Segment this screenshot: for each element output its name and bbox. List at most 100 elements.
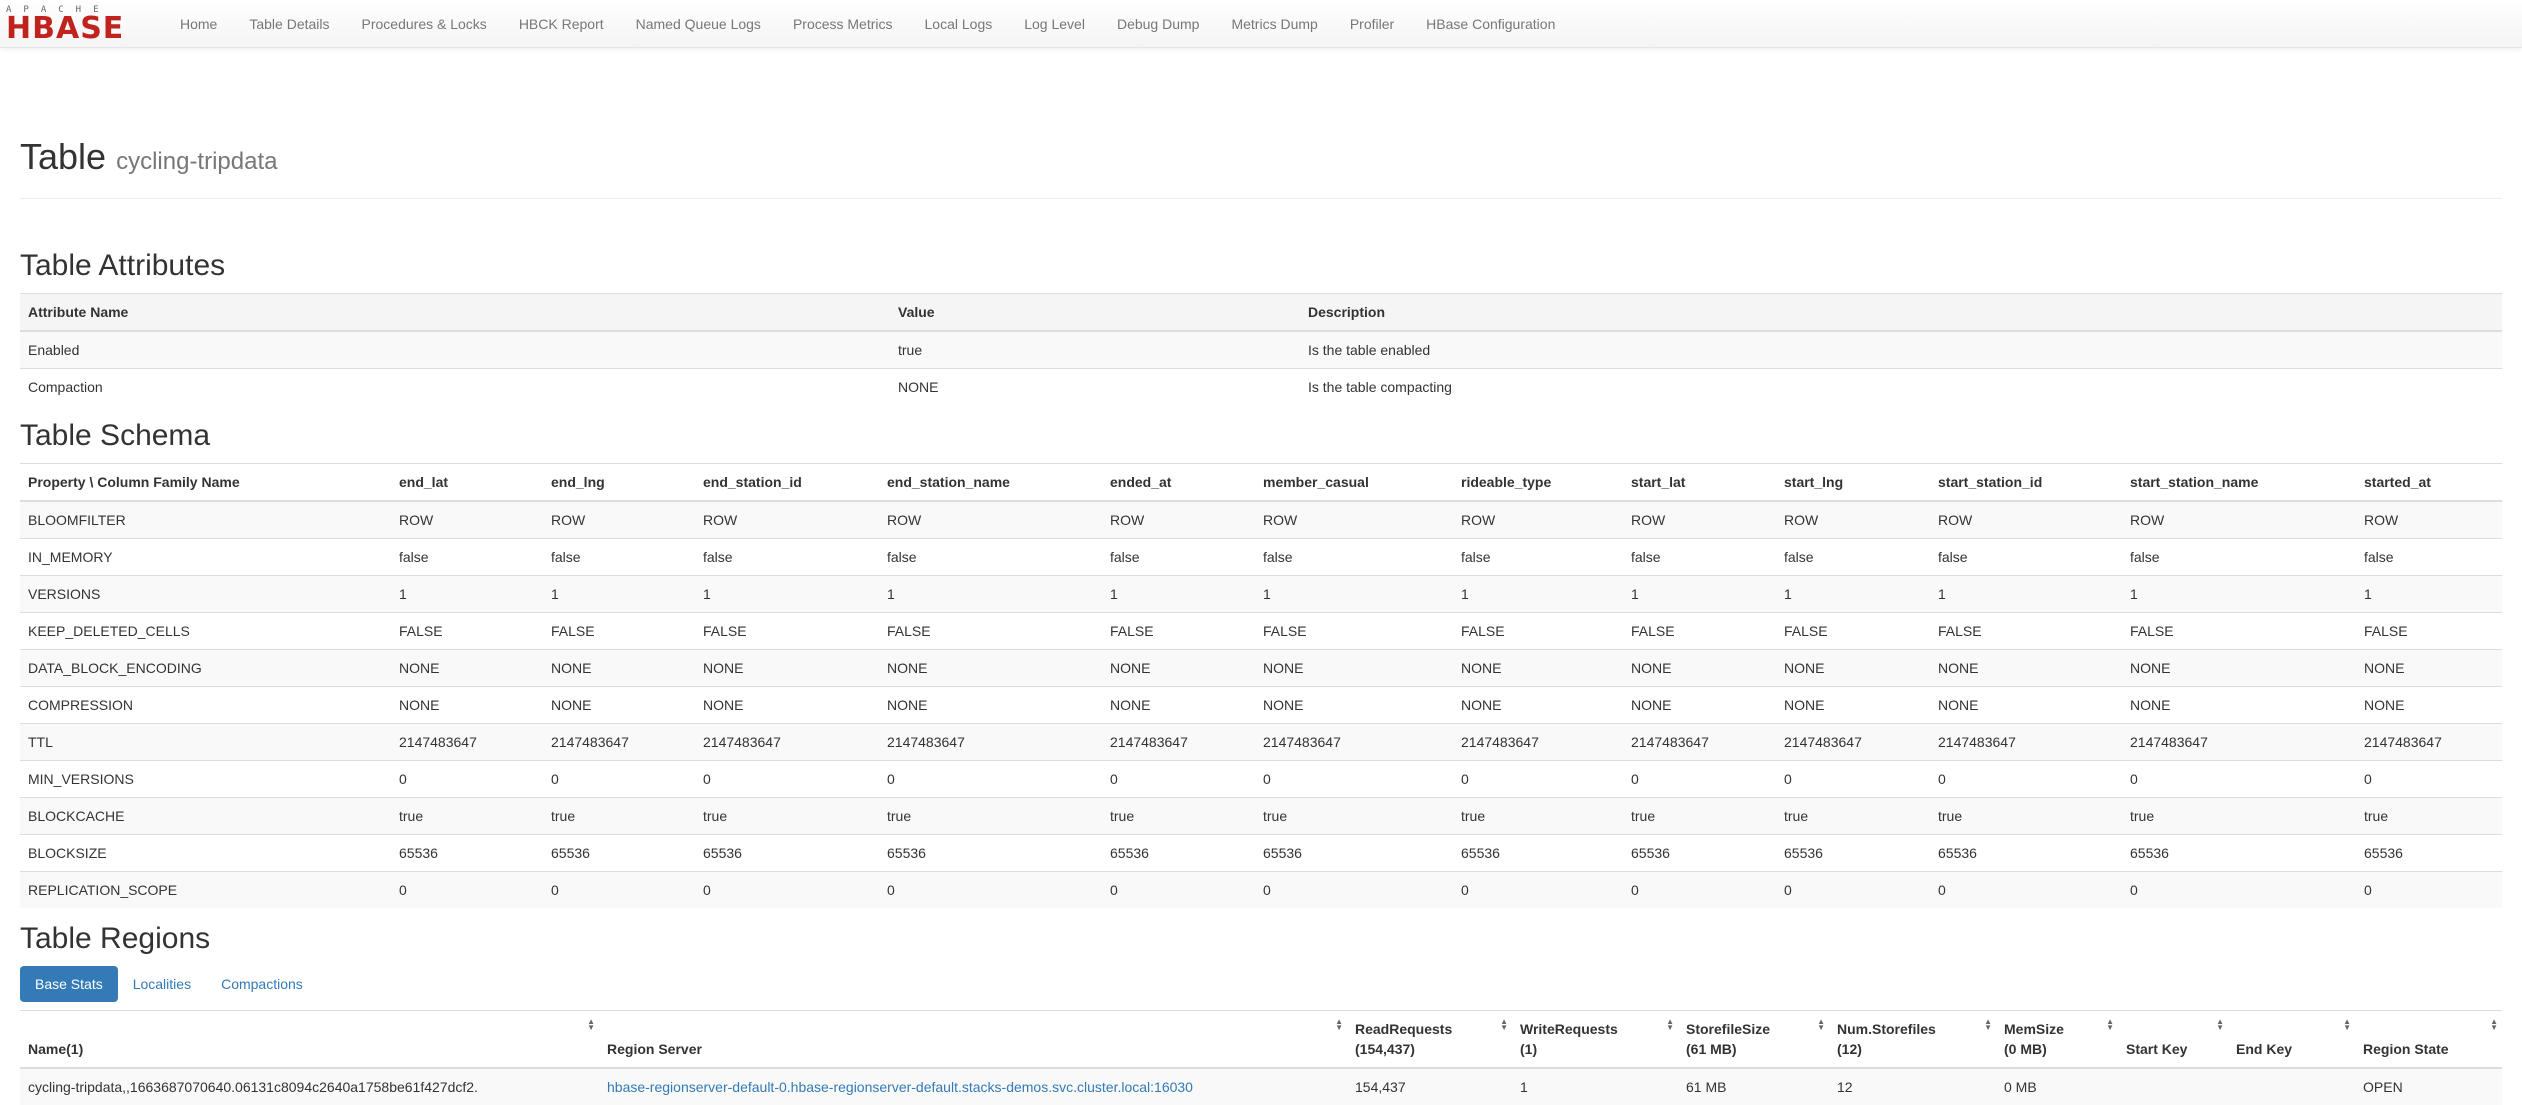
sortable-column-header[interactable]: WriteRequests (1) ▲ ▼ bbox=[1512, 1010, 1678, 1069]
column-header: start_station_name bbox=[2122, 463, 2356, 502]
nav-hbase-configuration[interactable]: HBase Configuration bbox=[1410, 16, 1571, 32]
table-row: IN_MEMORY false false false false false false f… bbox=[20, 538, 2502, 576]
property-value: 0 bbox=[2122, 871, 2356, 908]
nav-home[interactable]: Home bbox=[164, 16, 233, 32]
sortable-column-header[interactable]: MemSize (0 MB) ▲ ▼ bbox=[1996, 1010, 2118, 1069]
table-cell: Compaction bbox=[20, 368, 890, 405]
nav-debug-dump[interactable]: Debug Dump bbox=[1101, 16, 1216, 32]
property-value: 0 bbox=[2122, 760, 2356, 798]
sort-icon[interactable]: ▲ ▼ bbox=[1500, 1018, 1508, 1032]
table-row: DATA_BLOCK_ENCODING NONE NONE NONE NONE NONE N… bbox=[20, 649, 2502, 687]
region-server-link[interactable]: hbase-regionserver-default-0.hbase-regio… bbox=[607, 1079, 1193, 1095]
column-header: Property \ Column Family Name bbox=[20, 463, 391, 502]
sortable-column-header[interactable]: End Key ▲ ▼ bbox=[2228, 1010, 2355, 1069]
property-value: FALSE bbox=[2122, 612, 2356, 650]
sort-icon[interactable]: ▲ ▼ bbox=[1817, 1018, 1825, 1032]
table-cell: OPEN bbox=[2355, 1067, 2502, 1105]
column-header: Attribute Name bbox=[20, 293, 890, 332]
column-header: start_station_id bbox=[1930, 463, 2122, 502]
sort-icon[interactable]: ▲ ▼ bbox=[1335, 1018, 1343, 1032]
property-value: 0 bbox=[879, 760, 1102, 798]
sort-icon[interactable]: ▲ ▼ bbox=[2106, 1018, 2114, 1032]
property-value: ROW bbox=[1776, 500, 1930, 539]
property-name: IN_MEMORY bbox=[20, 538, 391, 576]
table-regions: Name(1) ▲ ▼ Region Server ▲ ▼ ReadRequests (154… bbox=[20, 1010, 2502, 1105]
property-value: 0 bbox=[1930, 760, 2122, 798]
hbase-logo[interactable]: APACHE HBASE bbox=[6, 4, 146, 44]
table-row: MIN_VERSIONS 0 0 0 0 0 0 0 0 0 0 0 0 bbox=[20, 760, 2502, 798]
property-value: 0 bbox=[1255, 760, 1453, 798]
nav-procedures-locks[interactable]: Procedures & Locks bbox=[346, 16, 503, 32]
property-value: 0 bbox=[1623, 871, 1776, 908]
property-value: FALSE bbox=[391, 612, 543, 650]
property-value: FALSE bbox=[1623, 612, 1776, 650]
property-value: true bbox=[2356, 797, 2502, 835]
property-value: 1 bbox=[695, 575, 879, 613]
nav-metrics-dump[interactable]: Metrics Dump bbox=[1215, 16, 1333, 32]
sort-icon[interactable]: ▲ ▼ bbox=[2216, 1018, 2224, 1032]
column-header: Description bbox=[1300, 293, 2502, 332]
property-value: NONE bbox=[2356, 649, 2502, 687]
sortable-column-header[interactable]: Region State ▲ ▼ bbox=[2355, 1010, 2502, 1069]
property-value: false bbox=[543, 538, 695, 576]
sortable-column-header[interactable]: Region Server ▲ ▼ bbox=[599, 1010, 1347, 1069]
tab-compactions[interactable]: Compactions bbox=[206, 966, 318, 1002]
property-value: true bbox=[1255, 797, 1453, 835]
property-value: 1 bbox=[1623, 575, 1776, 613]
sort-icon[interactable]: ▲ ▼ bbox=[1984, 1018, 1992, 1032]
property-value: false bbox=[1623, 538, 1776, 576]
property-value: 2147483647 bbox=[1102, 723, 1255, 761]
nav-process-metrics[interactable]: Process Metrics bbox=[777, 16, 909, 32]
nav-local-logs[interactable]: Local Logs bbox=[909, 16, 1009, 32]
table-cell: cycling-tripdata,,1663687070640.06131c80… bbox=[20, 1067, 599, 1105]
property-value: false bbox=[2122, 538, 2356, 576]
nav-hbck-report[interactable]: HBCK Report bbox=[503, 16, 620, 32]
sort-icon[interactable]: ▲ ▼ bbox=[587, 1018, 595, 1032]
navbar: APACHE HBASE Home Table Details Procedures… bbox=[0, 0, 2522, 48]
property-value: 0 bbox=[1776, 760, 1930, 798]
property-value: 2147483647 bbox=[2122, 723, 2356, 761]
nav-named-queue-logs[interactable]: Named Queue Logs bbox=[620, 16, 777, 32]
property-value: FALSE bbox=[695, 612, 879, 650]
property-value: 2147483647 bbox=[1776, 723, 1930, 761]
sortable-column-header[interactable]: Start Key ▲ ▼ bbox=[2118, 1010, 2228, 1069]
table-cell: hbase-regionserver-default-0.hbase-regio… bbox=[599, 1067, 1347, 1105]
table-schema: Property \ Column Family Name end_lat end_… bbox=[20, 463, 2502, 908]
sort-icon[interactable]: ▲ ▼ bbox=[1666, 1018, 1674, 1032]
sortable-column-header[interactable]: ReadRequests (154,437) ▲ ▼ bbox=[1347, 1010, 1512, 1069]
nav-table-details[interactable]: Table Details bbox=[233, 16, 345, 32]
property-value: 2147483647 bbox=[1930, 723, 2122, 761]
property-value: ROW bbox=[1930, 500, 2122, 539]
property-value: 0 bbox=[1776, 871, 1930, 908]
sort-icon[interactable]: ▲ ▼ bbox=[2343, 1018, 2351, 1032]
property-value: 0 bbox=[695, 871, 879, 908]
tab-localities[interactable]: Localities bbox=[118, 966, 206, 1002]
table-cell: 1 bbox=[1512, 1067, 1678, 1105]
property-value: 65536 bbox=[391, 834, 543, 872]
property-value: false bbox=[1255, 538, 1453, 576]
column-label: StorefileSize bbox=[1686, 1021, 1771, 1037]
column-header: end_station_name bbox=[879, 463, 1102, 502]
property-value: true bbox=[1930, 797, 2122, 835]
property-value: FALSE bbox=[1102, 612, 1255, 650]
column-header: start_lng bbox=[1776, 463, 1930, 502]
nav-profiler[interactable]: Profiler bbox=[1334, 16, 1410, 32]
sort-icon[interactable]: ▲ ▼ bbox=[2490, 1018, 2498, 1032]
property-value: false bbox=[2356, 538, 2502, 576]
table-row: cycling-tripdata,,1663687070640.06131c80… bbox=[20, 1067, 2502, 1105]
property-value: false bbox=[1776, 538, 1930, 576]
property-value: 65536 bbox=[1930, 834, 2122, 872]
column-label: End Key bbox=[2236, 1041, 2293, 1057]
property-value: ROW bbox=[2122, 500, 2356, 539]
property-value: 2147483647 bbox=[1255, 723, 1453, 761]
tab-base-stats[interactable]: Base Stats bbox=[20, 966, 118, 1002]
column-total: (61 MB) bbox=[1686, 1041, 1737, 1057]
property-value: NONE bbox=[1623, 649, 1776, 687]
property-value: true bbox=[1102, 797, 1255, 835]
sortable-column-header[interactable]: Name(1) ▲ ▼ bbox=[20, 1010, 599, 1069]
property-value: NONE bbox=[1102, 686, 1255, 724]
nav-log-level[interactable]: Log Level bbox=[1008, 16, 1101, 32]
sortable-column-header[interactable]: StorefileSize (61 MB) ▲ ▼ bbox=[1678, 1010, 1829, 1069]
table-cell: 12 bbox=[1829, 1067, 1996, 1105]
sortable-column-header[interactable]: Num.Storefiles (12) ▲ ▼ bbox=[1829, 1010, 1996, 1069]
